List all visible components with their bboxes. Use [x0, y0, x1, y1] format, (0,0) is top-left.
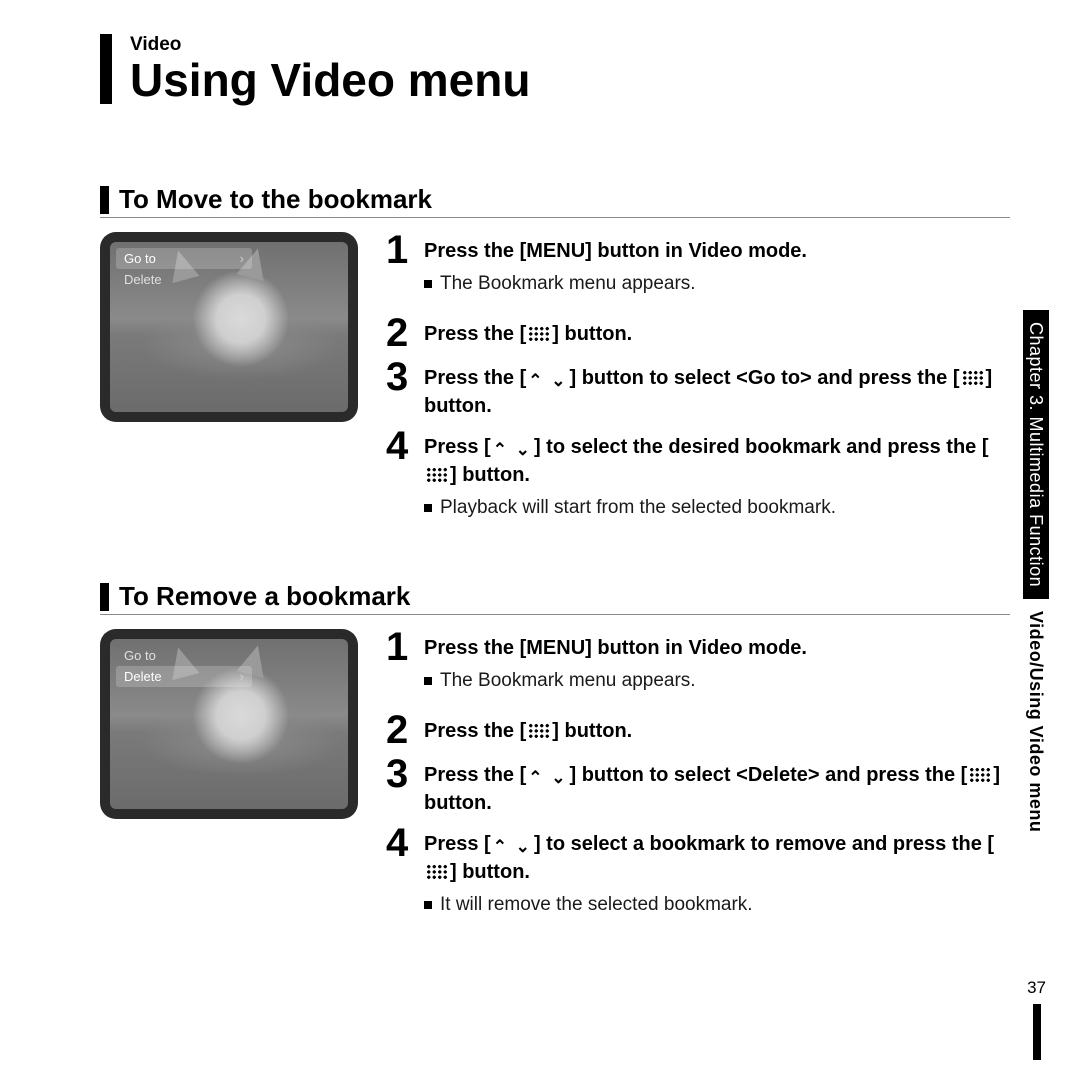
step-note-text: The Bookmark menu appears. — [440, 670, 696, 692]
step-body: Press the [⌃ ⌄] button to select <Delete… — [424, 756, 1010, 817]
step: 4 Press [⌃ ⌄] to select a bookmark to rem… — [386, 825, 1010, 928]
section-heading-text: To Remove a bookmark — [119, 581, 410, 612]
bookmark-menu-overlay: Go to Delete › — [116, 645, 252, 687]
step: 3 Press the [⌃ ⌄] button to select <Delet… — [386, 756, 1010, 817]
step-number: 4 — [386, 825, 414, 861]
step-body: Press [⌃ ⌄] to select the desired bookma… — [424, 428, 1010, 531]
step-note-text: The Bookmark menu appears. — [440, 273, 696, 295]
manual-page: Video Using Video menu To Move to the bo… — [0, 0, 1080, 1080]
menu-item: Delete › — [116, 666, 252, 687]
menu-item: Go to › — [116, 248, 252, 269]
step-body: Press the [MENU] button in Video mode. Th… — [424, 232, 807, 307]
step-body: Press the [⌃ ⌄] button to select <Go to>… — [424, 359, 1010, 420]
up-down-icon: ⌃ ⌄ — [528, 370, 567, 393]
menu-item-label: Go to — [124, 251, 156, 266]
step-note: The Bookmark menu appears. — [424, 670, 807, 692]
heading-bar-icon — [100, 583, 109, 611]
grid-icon — [962, 370, 984, 386]
page-footer-mark: 37 — [1027, 978, 1046, 1060]
menu-item-label: Go to — [124, 648, 156, 663]
bullet-square-icon — [424, 901, 432, 909]
device-inner: Go to › Delete — [110, 242, 348, 412]
step-body: Press the [] button. — [424, 315, 632, 348]
device-screenshot: Go to › Delete — [100, 232, 358, 422]
chevron-right-icon: › — [240, 669, 244, 684]
step-number: 1 — [386, 232, 414, 268]
steps-list: 1 Press the [MENU] button in Video mode. T… — [386, 629, 1010, 936]
step: 4 Press [⌃ ⌄] to select the desired bookm… — [386, 428, 1010, 531]
step-title: Press the [MENU] button in Video mode. — [424, 635, 807, 662]
step-title: Press the [] button. — [424, 718, 632, 745]
menu-item: Go to — [116, 645, 252, 666]
step-number: 2 — [386, 315, 414, 351]
step-number: 3 — [386, 756, 414, 792]
steps-list: 1 Press the [MENU] button in Video mode. T… — [386, 232, 1010, 539]
section-heading: To Move to the bookmark — [100, 184, 1010, 218]
grid-icon — [426, 467, 448, 483]
bullet-square-icon — [424, 280, 432, 288]
step: 2 Press the [] button. — [386, 315, 1010, 351]
step-title: Press [⌃ ⌄] to select a bookmark to remo… — [424, 831, 1010, 886]
grid-icon — [528, 723, 550, 739]
section-body: Go to Delete › 1 Press the [MENU] button in … — [100, 629, 1010, 936]
heading-bar-icon — [100, 186, 109, 214]
side-tab-breadcrumb: Video/Using Video menu — [1023, 605, 1049, 844]
step-body: Press [⌃ ⌄] to select a bookmark to remo… — [424, 825, 1010, 928]
step-title: Press the [⌃ ⌄] button to select <Go to>… — [424, 365, 1010, 420]
bookmark-menu-overlay: Go to › Delete — [116, 248, 252, 290]
step-number: 3 — [386, 359, 414, 395]
step-number: 4 — [386, 428, 414, 464]
side-tab-chapter: Chapter 3. Multimedia Function — [1023, 310, 1049, 599]
side-tab: Chapter 3. Multimedia Function Video/Usi… — [1025, 310, 1046, 844]
up-down-icon: ⌃ ⌄ — [493, 439, 532, 462]
page-title: Using Video menu — [130, 56, 1010, 104]
section-heading-text: To Move to the bookmark — [119, 184, 432, 215]
section-body: Go to › Delete 1 Press the [MENU] button in … — [100, 232, 1010, 539]
step-note-text: Playback will start from the selected bo… — [440, 497, 836, 519]
step-note: It will remove the selected bookmark. — [424, 894, 1010, 916]
page-title-block: Video Using Video menu — [100, 34, 1010, 104]
category-label: Video — [130, 34, 1010, 56]
grid-icon — [426, 864, 448, 880]
step-number: 2 — [386, 712, 414, 748]
section-heading: To Remove a bookmark — [100, 581, 1010, 615]
menu-item-label: Delete — [124, 669, 162, 684]
step-title: Press the [MENU] button in Video mode. — [424, 238, 807, 265]
menu-item-label: Delete — [124, 272, 162, 287]
menu-item: Delete — [116, 269, 252, 290]
step-number: 1 — [386, 629, 414, 665]
step-title: Press the [⌃ ⌄] button to select <Delete… — [424, 762, 1010, 817]
step: 1 Press the [MENU] button in Video mode. T… — [386, 232, 1010, 307]
step-note: The Bookmark menu appears. — [424, 273, 807, 295]
up-down-icon: ⌃ ⌄ — [528, 767, 567, 790]
edge-bar-icon — [1033, 1004, 1041, 1060]
step-note: Playback will start from the selected bo… — [424, 497, 1010, 519]
step-body: Press the [MENU] button in Video mode. Th… — [424, 629, 807, 704]
bullet-square-icon — [424, 504, 432, 512]
step: 2 Press the [] button. — [386, 712, 1010, 748]
up-down-icon: ⌃ ⌄ — [493, 836, 532, 859]
page-number: 37 — [1027, 978, 1046, 998]
bullet-square-icon — [424, 677, 432, 685]
grid-icon — [969, 767, 991, 783]
chevron-right-icon: › — [240, 251, 244, 266]
device-inner: Go to Delete › — [110, 639, 348, 809]
step-note-text: It will remove the selected bookmark. — [440, 894, 753, 916]
step-title: Press [⌃ ⌄] to select the desired bookma… — [424, 434, 1010, 489]
grid-icon — [528, 326, 550, 342]
step: 3 Press the [⌃ ⌄] button to select <Go to… — [386, 359, 1010, 420]
step-body: Press the [] button. — [424, 712, 632, 745]
step-title: Press the [] button. — [424, 321, 632, 348]
step: 1 Press the [MENU] button in Video mode. T… — [386, 629, 1010, 704]
device-screenshot: Go to Delete › — [100, 629, 358, 819]
